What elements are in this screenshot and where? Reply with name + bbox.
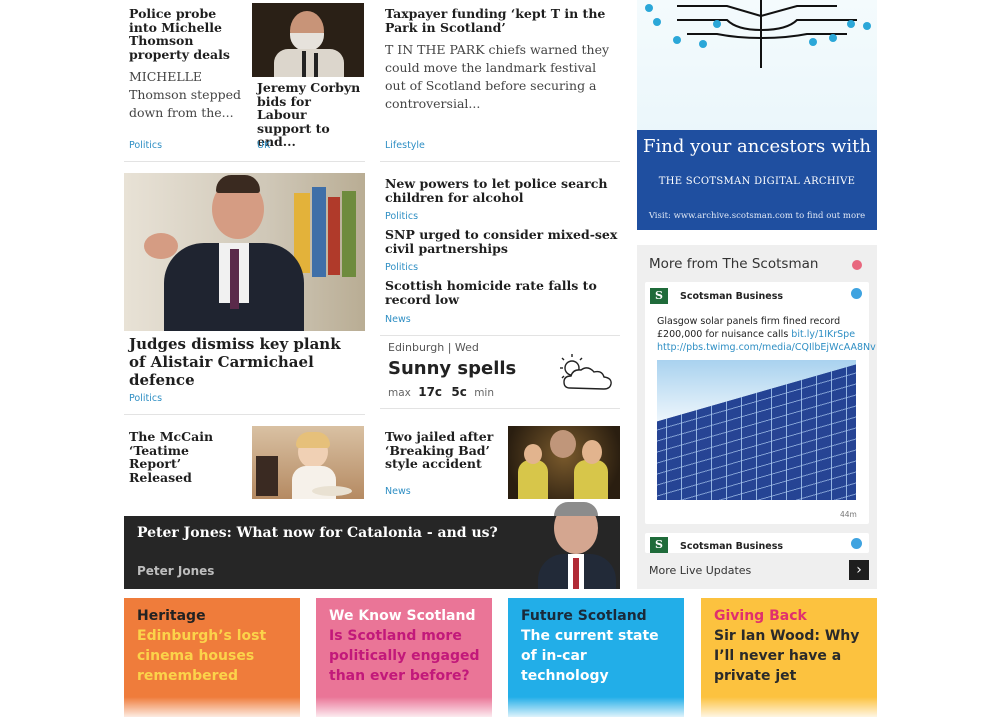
twitter-icon[interactable] xyxy=(851,538,862,549)
panel-title: More from The Scotsman xyxy=(649,256,819,272)
category-link[interactable]: UK xyxy=(257,140,270,151)
weather-location: Edinburgh | Wed xyxy=(388,341,479,354)
max-temp: 17c xyxy=(418,385,443,399)
tile-label: Future Scotland xyxy=(521,608,647,624)
more-from-panel: More from The Scotsman S Scotsman Busine… xyxy=(637,245,877,589)
more-live-updates-link[interactable]: More Live Updates xyxy=(649,564,751,577)
tile-title: Sir Ian Wood: Why I’ll never have a priv… xyxy=(714,628,860,684)
scotsman-logo-icon: S xyxy=(650,288,668,304)
list-headline[interactable]: New powers to let police search children… xyxy=(385,177,620,204)
category-link[interactable]: Politics xyxy=(129,393,162,404)
divider xyxy=(380,161,620,162)
article-photo[interactable] xyxy=(252,426,364,499)
min-label: min xyxy=(474,387,495,399)
article-headline[interactable]: Taxpayer funding ‘kept T in the Park in … xyxy=(385,7,620,34)
tweet-account[interactable]: Scotsman Business xyxy=(680,541,783,552)
partly-cloudy-icon xyxy=(560,354,612,390)
article-teaser: MICHELLE Thomson stepped down from the..… xyxy=(129,69,241,120)
article-headline[interactable]: The McCain ‘Teatime Report’ Released xyxy=(129,430,234,484)
divider xyxy=(124,414,365,415)
category-link[interactable]: News xyxy=(385,314,411,325)
weather-summary: Sunny spells xyxy=(388,358,517,379)
min-temp: 5c xyxy=(451,385,467,399)
tweet-card[interactable]: S Scotsman Business Glasgow solar panels… xyxy=(645,282,876,524)
divider xyxy=(124,161,365,162)
max-label: max xyxy=(388,387,411,399)
tile-title: The current state of in-car technology xyxy=(521,628,659,684)
author-photo xyxy=(532,502,620,589)
feature-headline[interactable]: Judges dismiss key plank of Alistair Car… xyxy=(129,335,361,389)
tile-label: Heritage xyxy=(137,608,206,624)
ad-blue-panel[interactable]: Find your ancestors with THE SCOTSMAN DI… xyxy=(637,130,877,230)
tile-title: Edinburgh’s lost cinema houses remembere… xyxy=(137,628,267,684)
tweet-time: 44m xyxy=(840,510,857,519)
article-headline[interactable]: Police probe into Michelle Thomson prope… xyxy=(129,7,239,61)
category-link[interactable]: News xyxy=(385,486,411,497)
twitter-icon[interactable] xyxy=(851,288,862,299)
article-teaser: T IN THE PARK chiefs warned they could m… xyxy=(385,42,610,111)
category-link[interactable]: Politics xyxy=(385,211,418,222)
article-photo[interactable] xyxy=(508,426,620,499)
tweet-media-link[interactable]: http://pbs.twimg.com/media/CQIlbEjWcAA8N… xyxy=(657,342,876,353)
scotsman-logo-icon: S xyxy=(650,537,668,553)
opinion-author: Peter Jones xyxy=(137,564,215,578)
arrow-right-button[interactable]: › xyxy=(849,560,869,580)
list-headline[interactable]: SNP urged to consider mixed-sex civil pa… xyxy=(385,228,620,255)
tile-label: Giving Back xyxy=(714,608,807,624)
tile-label: We Know Scotland xyxy=(329,608,476,624)
bottom-fade xyxy=(0,697,1002,717)
opinion-headline: Peter Jones: What now for Catalonia - an… xyxy=(137,525,498,541)
article-photo[interactable] xyxy=(252,3,364,77)
tweet-link[interactable]: bit.ly/1IKrSpe xyxy=(791,329,855,340)
ad-line1: Find your ancestors with xyxy=(643,136,871,157)
tweet-text: Glasgow solar panels firm fined record £… xyxy=(657,315,876,354)
tweet-card[interactable]: S Scotsman Business xyxy=(645,533,869,553)
article-headline[interactable]: Two jailed after ‘Breaking Bad’ style ac… xyxy=(385,430,505,471)
weather-temps: max 17c 5c min xyxy=(388,385,494,399)
tile-title: Is Scotland more politically engaged tha… xyxy=(329,628,480,684)
opinion-banner[interactable]: Peter Jones: What now for Catalonia - an… xyxy=(124,502,620,589)
category-link[interactable]: Politics xyxy=(385,262,418,273)
ad-banner[interactable]: Find your ancestors with THE SCOTSMAN DI… xyxy=(637,0,877,230)
category-link[interactable]: Politics xyxy=(129,140,162,151)
ad-line3: Visit: www.archive.scotsman.com to find … xyxy=(648,211,866,221)
list-headline[interactable]: Scottish homicide rate falls to record l… xyxy=(385,279,620,306)
ad-line2: THE SCOTSMAN DIGITAL ARCHIVE xyxy=(658,176,856,187)
weather-widget[interactable]: Edinburgh | Wed Sunny spells max 17c 5c … xyxy=(380,336,620,409)
article-headline[interactable]: Jeremy Corbyn bids for Labour support to… xyxy=(257,81,361,149)
tweet-account[interactable]: Scotsman Business xyxy=(680,291,783,302)
live-indicator-icon xyxy=(852,260,862,270)
feature-photo[interactable] xyxy=(124,173,365,331)
family-tree-icon xyxy=(645,0,871,68)
category-link[interactable]: Lifestyle xyxy=(385,140,425,151)
tweet-image[interactable] xyxy=(657,360,856,500)
